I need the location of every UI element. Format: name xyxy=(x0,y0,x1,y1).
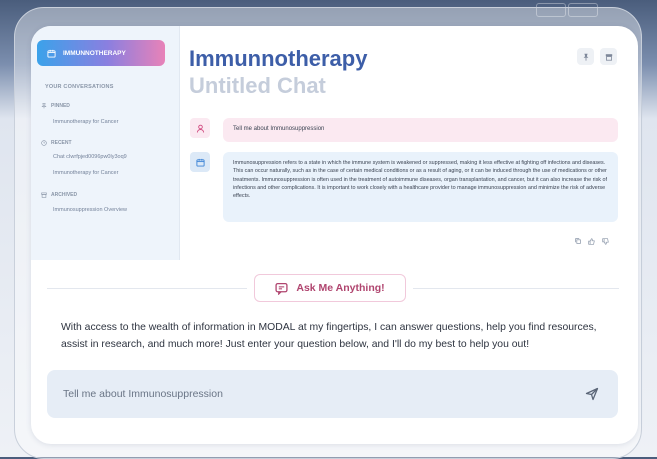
sidebar-item-archived[interactable]: Immunosuppression Overview xyxy=(53,207,127,213)
clock-icon xyxy=(41,140,47,146)
archive-icon xyxy=(41,192,47,198)
pinned-label: PINNED xyxy=(51,103,70,109)
assistant-description: With access to the wealth of information… xyxy=(61,322,597,350)
send-button[interactable] xyxy=(584,386,600,402)
pin-icon xyxy=(41,103,47,109)
pinned-section-header: PINNED xyxy=(41,103,70,109)
chat-subtitle: Untitled Chat xyxy=(189,73,326,98)
page-title: Immunnotherapy xyxy=(189,46,368,71)
calendar-icon xyxy=(195,158,205,167)
user-avatar xyxy=(190,118,210,138)
brand-button[interactable]: IMMUNNOTHERAPY xyxy=(37,40,165,66)
calendar-icon xyxy=(47,49,56,58)
divider-right xyxy=(413,288,619,289)
thumbs-down-button[interactable] xyxy=(600,236,610,246)
archived-section-header: ARCHIVED xyxy=(41,192,77,198)
recent-label: RECENT xyxy=(51,140,72,146)
chat-input-bar xyxy=(47,370,618,418)
recent-section-header: RECENT xyxy=(41,140,72,146)
chat-window: IMMUNNOTHERAPY YOUR CONVERSATIONS PINNED… xyxy=(31,26,638,444)
thumbs-down-icon xyxy=(601,237,609,245)
sidebar-item-recent[interactable]: Immunotherapy for Cancer xyxy=(53,170,118,176)
sidebar-item-recent[interactable]: Chat cIwrfpjed0096pw0ly3oq9 xyxy=(53,154,127,160)
assistant-message: Immunosuppression refers to a state in w… xyxy=(223,152,618,222)
send-icon xyxy=(585,387,599,401)
chat-main: Immunnotherapy Untitled Chat Tell me abo… xyxy=(180,26,638,260)
brand-label: IMMUNNOTHERAPY xyxy=(63,49,126,57)
archive-button[interactable] xyxy=(600,48,617,65)
pin-icon xyxy=(583,53,588,61)
copy-icon xyxy=(575,238,581,244)
user-message: Tell me about Immunosuppression xyxy=(223,118,618,142)
divider-left xyxy=(47,288,247,289)
conversations-heading: YOUR CONVERSATIONS xyxy=(45,84,114,90)
ask-label: Ask Me Anything! xyxy=(296,282,385,294)
sidebar-item-pinned[interactable]: Immunotherapy for Cancer xyxy=(53,119,118,125)
assistant-avatar xyxy=(190,152,210,172)
thumbs-up-button[interactable] xyxy=(586,236,596,246)
chat-input[interactable] xyxy=(63,370,563,418)
archive-icon xyxy=(605,53,612,61)
archived-label: ARCHIVED xyxy=(51,192,78,198)
pin-button[interactable] xyxy=(577,48,594,65)
chat-bubble-icon xyxy=(275,282,288,295)
sidebar: IMMUNNOTHERAPY YOUR CONVERSATIONS PINNED… xyxy=(31,26,180,260)
thumbs-up-icon xyxy=(587,237,595,245)
copy-button[interactable] xyxy=(573,236,583,246)
user-icon xyxy=(196,124,204,133)
ask-me-anything-button[interactable]: Ask Me Anything! xyxy=(254,274,406,302)
